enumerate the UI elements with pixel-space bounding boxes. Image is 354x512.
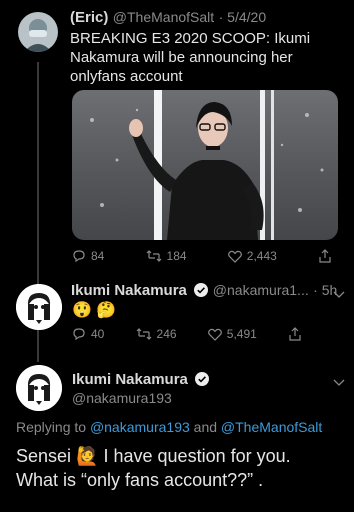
tweet1-text: BREAKING E3 2020 SCOOP: Ikumi Nakamura w… (70, 30, 311, 85)
share-icon (289, 327, 301, 341)
tweet2-reply-count: 40 (91, 327, 105, 341)
tweet1-reply-button[interactable]: 84 (72, 249, 104, 263)
tweet3-text: Sensei 🙋 I have question for you. What i… (16, 444, 291, 492)
replying-to-label: Replying to (16, 419, 87, 435)
reply-icon (73, 328, 85, 341)
retweet-icon (146, 250, 161, 262)
tweet1-header: (Eric) @TheManofSalt · 5/4/20 (70, 9, 266, 27)
replying-mention-nakamura[interactable]: @nakamura193 (90, 419, 190, 435)
tweet3-author-name[interactable]: Ikumi Nakamura (72, 371, 188, 388)
tweet1-share-button[interactable] (318, 249, 332, 263)
reply-icon (73, 250, 85, 263)
verified-badge-icon (194, 283, 209, 297)
tweet2-reply-button[interactable]: 40 (72, 327, 104, 341)
eric-avatar[interactable] (18, 12, 58, 52)
tweet2-like-button[interactable]: 5,491 (207, 327, 257, 341)
raising-hand-emoji: 🙋 (76, 446, 99, 466)
tweet2-more-chevron-icon[interactable] (333, 286, 345, 304)
tweet2-header: Ikumi Nakamura @nakamura1... · 5h (71, 282, 346, 300)
heart-icon (227, 250, 242, 263)
tweet1-photo[interactable] (72, 90, 338, 240)
tweet3-text-line2: What is “only fans account??” . (16, 470, 264, 490)
tweet1-author-name[interactable]: (Eric) (70, 9, 108, 26)
tweet2-share-button[interactable] (288, 327, 302, 341)
tweet2-emoji-text: 😲 🤔 (72, 302, 117, 319)
heart-icon (207, 328, 222, 341)
tweet2-retweet-count: 246 (156, 327, 177, 341)
tweet1-reply-count: 84 (91, 249, 105, 263)
tweet2-retweet-button[interactable]: 246 (136, 327, 177, 341)
tweet3-author-handle[interactable]: @nakamura193 (72, 390, 172, 406)
tweet1-author-handle[interactable]: @TheManofSalt (113, 9, 214, 25)
tweet3-text-line1: Sensei 🙋 I have question for you. (16, 444, 291, 468)
replying-mention-manofsalt[interactable]: @TheManofSalt (221, 419, 322, 435)
tweet2-actions: 40 246 5,491 (72, 327, 302, 341)
tweet1-retweet-button[interactable]: 184 (146, 249, 187, 263)
ikumi-avatar-large[interactable] (16, 365, 62, 411)
tweet3-name-row: Ikumi Nakamura (72, 371, 210, 389)
tweet3-text-line1-start: Sensei (16, 446, 72, 466)
tweet1-actions: 84 184 2,443 (72, 249, 332, 263)
retweet-icon (136, 328, 151, 340)
tweet3-text-line1-end: I have question for you. (103, 446, 291, 466)
tweet1-like-button[interactable]: 2,443 (227, 249, 277, 263)
tweet1-retweet-count: 184 (166, 249, 187, 263)
tweet1-date[interactable]: · 5/4/20 (219, 9, 266, 25)
tweet2-author-handle[interactable]: @nakamura1... (213, 282, 309, 298)
ikumi-avatar[interactable] (16, 284, 62, 330)
tweet3-replying-to: Replying to @nakamura193 and @TheManofSa… (16, 419, 322, 435)
tweet2-author-name[interactable]: Ikumi Nakamura (71, 282, 187, 299)
tweet2-like-count: 5,491 (226, 327, 257, 341)
tweet1-like-count: 2,443 (246, 249, 277, 263)
verified-badge-icon (195, 372, 210, 386)
tweet3-more-chevron-icon[interactable] (333, 374, 345, 392)
share-icon (319, 249, 331, 263)
replying-and-label: and (193, 419, 218, 435)
